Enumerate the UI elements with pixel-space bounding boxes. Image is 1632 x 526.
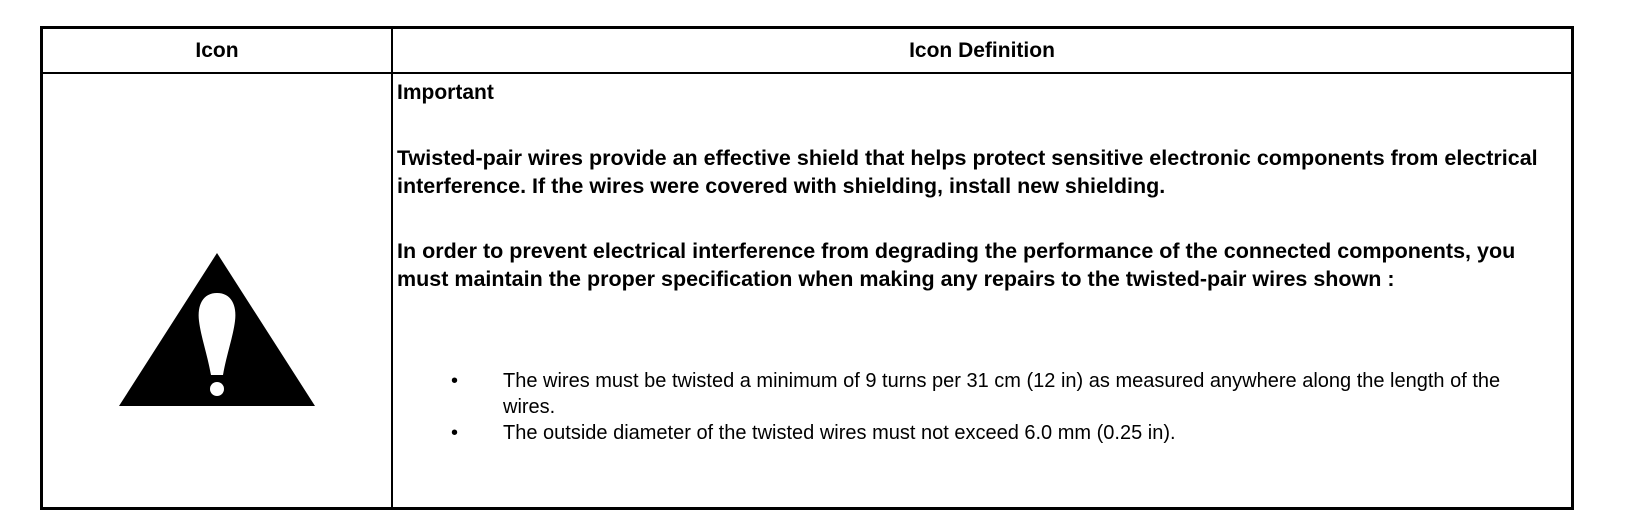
specification-list: • The wires must be twisted a minimum of… <box>397 368 1527 446</box>
list-item: • The outside diameter of the twisted wi… <box>397 420 1527 446</box>
definition-paragraph-2: In order to prevent electrical interfere… <box>397 239 1516 291</box>
header-icon-column: Icon <box>195 39 239 62</box>
bullet-icon: • <box>451 422 459 444</box>
column-divider <box>391 29 393 507</box>
header-definition-column: Icon Definition <box>909 39 1055 62</box>
table-header-row: Icon Icon Definition <box>43 29 1571 74</box>
list-item-text: The outside diameter of the twisted wire… <box>503 422 1176 444</box>
definition-paragraph-1: Twisted-pair wires provide an effective … <box>397 146 1538 198</box>
bullet-icon: • <box>451 370 459 392</box>
list-item-text: The wires must be twisted a minimum of 9… <box>503 370 1501 418</box>
important-label: Important <box>397 81 494 104</box>
icon-cell <box>43 74 391 507</box>
definition-cell: Important Twisted-pair wires provide an … <box>397 74 1567 507</box>
warning-triangle-icon <box>119 253 315 406</box>
icon-definition-table: Icon Icon Definition Important Twisted-p… <box>40 26 1574 510</box>
list-item: • The wires must be twisted a minimum of… <box>397 368 1527 420</box>
